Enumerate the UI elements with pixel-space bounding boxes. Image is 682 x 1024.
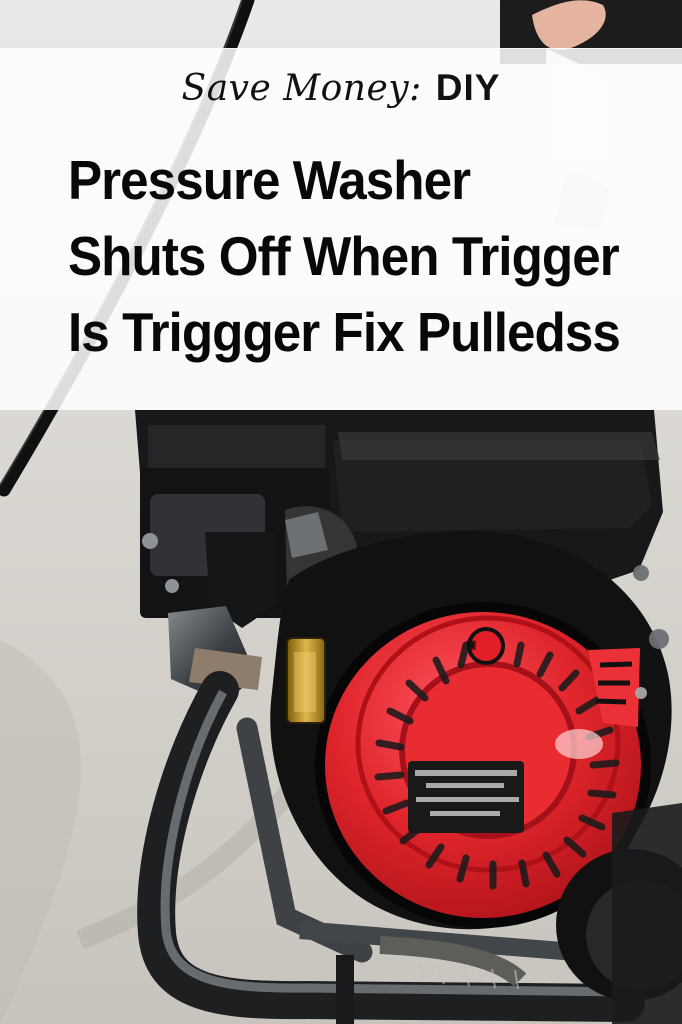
brass-fitting bbox=[286, 637, 326, 724]
svg-text:▣: ▣ bbox=[466, 639, 476, 651]
headline-line-3: Is Triggger Fix Pulledss bbox=[68, 301, 621, 363]
kicker-heading: Save Money: DIY bbox=[0, 67, 682, 109]
headline: Pressure Washer Shuts Off When Trigger I… bbox=[68, 142, 658, 370]
headline-line-2: Shuts Off When Trigger bbox=[68, 225, 620, 287]
kicker-script-text: Save Money: bbox=[181, 68, 422, 109]
headline-line-1: Pressure Washer bbox=[68, 149, 471, 211]
kicker-bold-text: DIY bbox=[435, 67, 501, 108]
pinterest-poster: ▣ Save Money: DIY Pressure Washer Shuts … bbox=[0, 0, 682, 1024]
